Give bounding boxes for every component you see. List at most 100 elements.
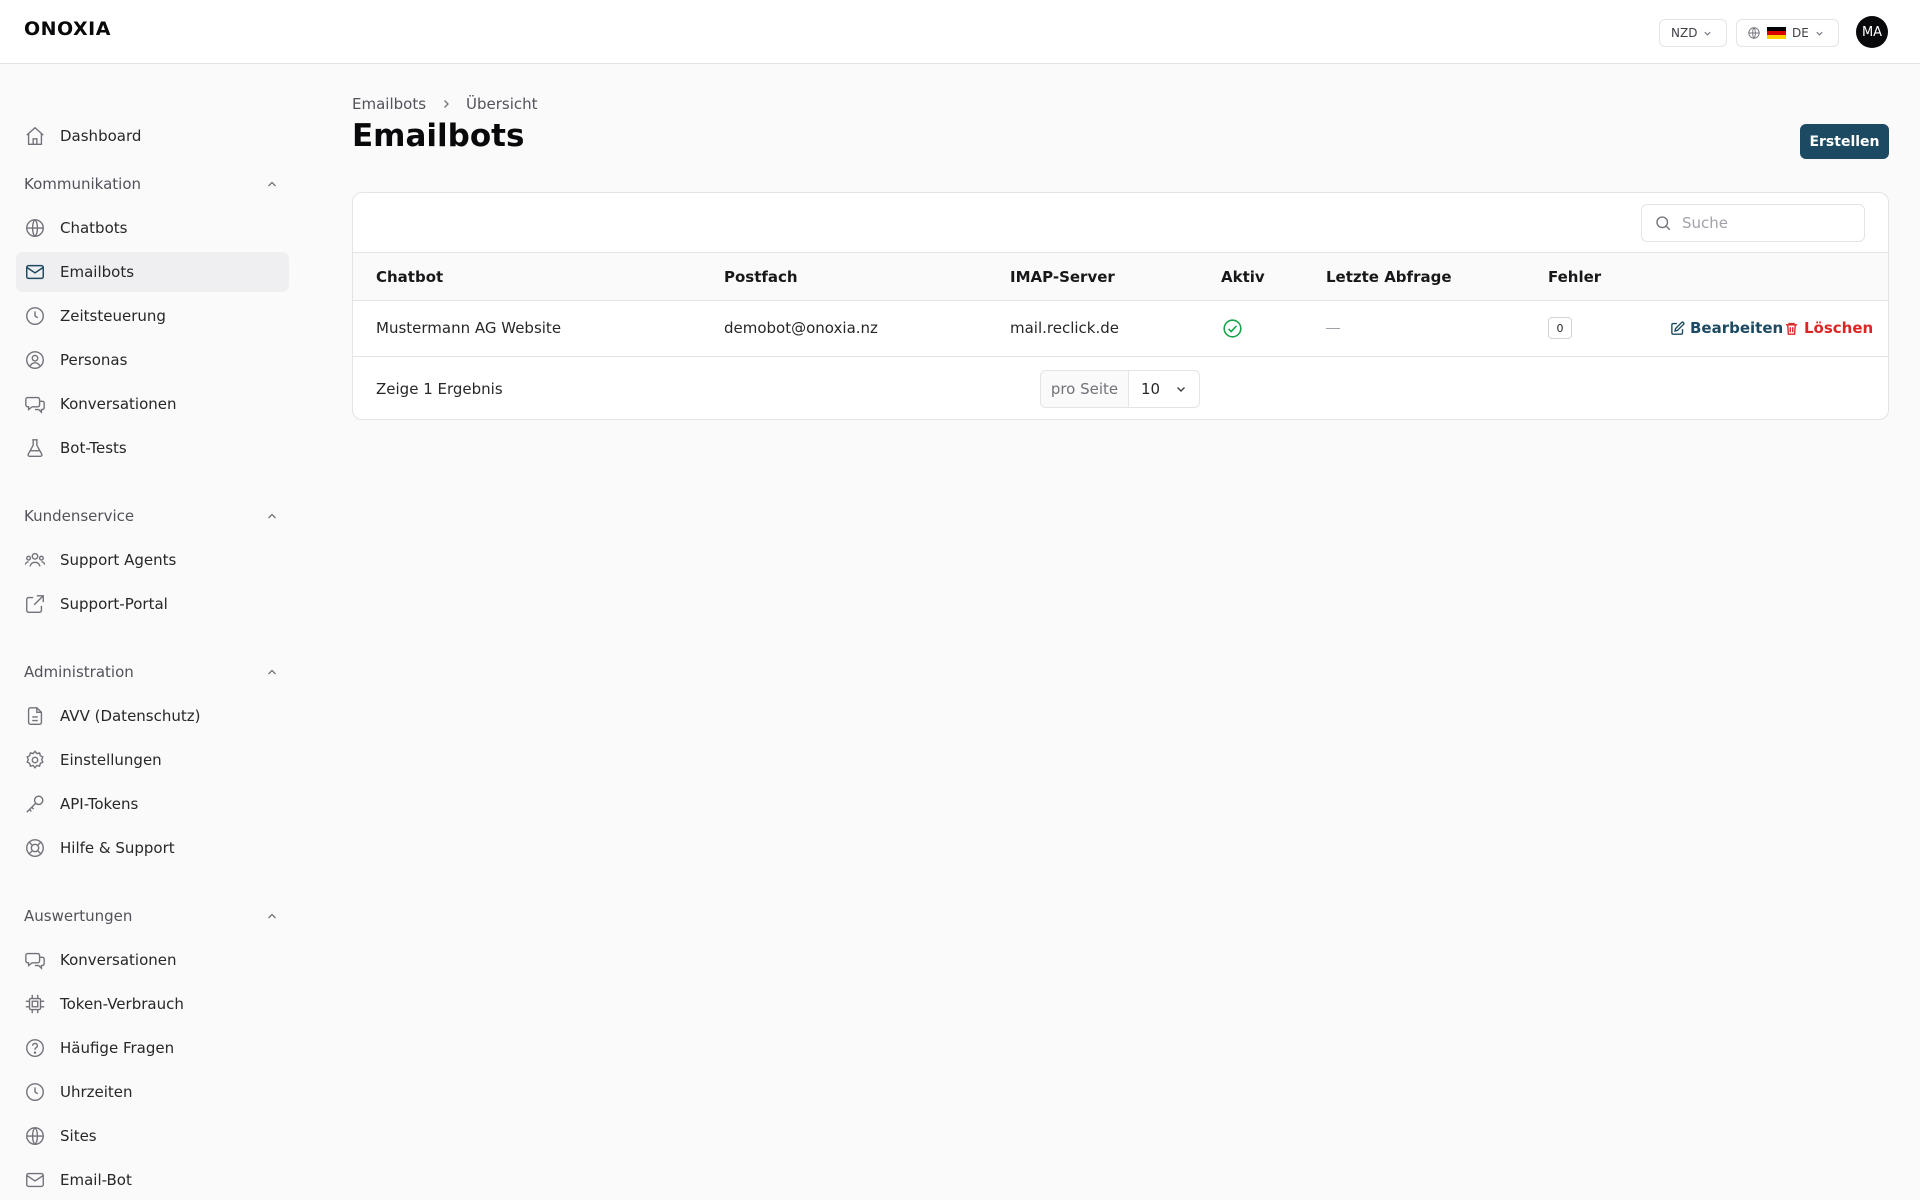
per-page-select[interactable]: pro Seite 10	[1040, 370, 1200, 408]
top-bar: ONOXIA NZD DE MA	[0, 0, 1920, 64]
sidebar-item-label: API-Tokens	[60, 795, 139, 813]
sidebar-item-chatbots[interactable]: Chatbots	[16, 208, 289, 248]
sidebar-item-label: Konversationen	[60, 395, 177, 413]
table-row: Mustermann AG Website demobot@onoxia.nz …	[353, 301, 1888, 357]
currency-value: NZD	[1671, 26, 1698, 40]
sidebar-item-token-verbrauch[interactable]: Token-Verbrauch	[16, 984, 289, 1024]
question-icon	[26, 1039, 44, 1057]
chat-icon	[25, 952, 45, 970]
page-title: Emailbots	[352, 118, 525, 154]
section-title: Auswertungen	[24, 907, 133, 925]
sidebar-item-bot-tests[interactable]: Bot-Tests	[16, 428, 289, 468]
error-count-badge: 0	[1548, 317, 1572, 339]
sidebar-item-haeufige-fragen[interactable]: Häufige Fragen	[16, 1028, 289, 1068]
external-link-icon	[26, 595, 44, 613]
breadcrumb-emailbots[interactable]: Emailbots	[352, 95, 426, 113]
edit-icon	[1671, 321, 1685, 335]
search-placeholder: Suche	[1682, 214, 1729, 232]
sidebar-item-support-agents[interactable]: Support Agents	[16, 540, 289, 580]
sidebar-item-hilfe-support[interactable]: Hilfe & Support	[16, 828, 289, 868]
column-letzte-abfrage: Letzte Abfrage	[1326, 268, 1452, 286]
sidebar-item-zeitsteuerung[interactable]: Zeitsteuerung	[16, 296, 289, 336]
section-title: Kundenservice	[24, 507, 135, 525]
create-button[interactable]: Erstellen	[1800, 124, 1889, 159]
sidebar-item-avv[interactable]: AVV (Datenschutz)	[16, 696, 289, 736]
german-flag-icon	[1767, 26, 1786, 40]
sidebar-item-label: Email-Bot	[60, 1171, 132, 1189]
emailbots-table-card: Suche Chatbot Postfach IMAP-Server Aktiv…	[352, 192, 1889, 420]
chevron-up-icon	[268, 181, 276, 187]
users-icon	[24, 552, 46, 567]
sidebar-item-emailbots[interactable]: Emailbots	[16, 252, 289, 292]
sidebar-item-label: Uhrzeiten	[60, 1083, 133, 1101]
cell-letzte-abfrage-empty	[1326, 328, 1340, 329]
sidebar-item-konversationen[interactable]: Konversationen	[16, 384, 289, 424]
gear-icon	[26, 750, 44, 769]
sidebar-item-label: Sites	[60, 1127, 97, 1145]
section-auswertungen[interactable]: Auswertungen	[24, 906, 278, 926]
avatar[interactable]: MA	[1856, 16, 1888, 48]
section-title: Kommunikation	[24, 175, 142, 193]
currency-select[interactable]: NZD	[1659, 19, 1727, 47]
logo[interactable]: ONOXIA	[24, 18, 111, 40]
sidebar-item-label: AVV (Datenschutz)	[60, 707, 201, 725]
key-icon	[26, 795, 44, 813]
flask-icon	[27, 439, 43, 457]
sidebar-item-label: Personas	[60, 351, 128, 369]
check-circle-icon	[1223, 319, 1242, 338]
cell-imap-server: mail.reclick.de	[1010, 319, 1120, 337]
lifebuoy-icon	[26, 839, 44, 857]
language-select[interactable]: DE	[1736, 19, 1839, 47]
document-icon	[27, 707, 43, 725]
section-administration[interactable]: Administration	[24, 662, 278, 682]
sidebar-item-label: Zeitsteuerung	[60, 307, 166, 325]
edit-label: Bearbeiten	[1690, 319, 1784, 337]
table-header: Chatbot Postfach IMAP-Server Aktiv Letzt…	[353, 252, 1888, 301]
sidebar-item-sites[interactable]: Sites	[16, 1116, 289, 1156]
chevron-down-icon	[1816, 31, 1823, 36]
chat-icon	[25, 396, 45, 414]
sidebar-item-label: Token-Verbrauch	[60, 995, 184, 1013]
sidebar-item-label: Chatbots	[60, 219, 128, 237]
clock-icon	[26, 1083, 44, 1101]
sidebar-item-personas[interactable]: Personas	[16, 340, 289, 380]
home-icon	[26, 126, 44, 145]
per-page-label: pro Seite	[1041, 371, 1129, 407]
breadcrumb: Emailbots Übersicht	[352, 95, 538, 113]
sidebar-item-label: Dashboard	[60, 127, 142, 145]
language-value: DE	[1792, 26, 1809, 40]
sidebar-item-einstellungen[interactable]: Einstellungen	[16, 740, 289, 780]
chevron-right-icon	[444, 100, 449, 108]
sidebar-item-dashboard[interactable]: Dashboard	[16, 116, 289, 156]
mail-icon	[26, 264, 44, 280]
chevron-down-icon	[1704, 31, 1712, 36]
chevron-up-icon	[268, 513, 276, 519]
clock-icon	[26, 307, 44, 325]
sidebar-item-label: Support-Portal	[60, 595, 168, 613]
delete-button[interactable]: Löschen	[1784, 319, 1873, 337]
edit-button[interactable]: Bearbeiten	[1670, 319, 1783, 337]
section-kommunikation[interactable]: Kommunikation	[24, 174, 278, 194]
sidebar-item-support-portal[interactable]: Support-Portal	[16, 584, 289, 624]
sidebar: Dashboard Kommunikation Chatbots Emailbo…	[0, 64, 300, 1200]
search-icon	[1656, 216, 1671, 231]
per-page-value-box[interactable]: 10	[1129, 371, 1199, 407]
sidebar-item-auswertung-konversationen[interactable]: Konversationen	[16, 940, 289, 980]
per-page-value: 10	[1141, 380, 1161, 398]
sidebar-item-api-tokens[interactable]: API-Tokens	[16, 784, 289, 824]
sidebar-item-email-bot[interactable]: Email-Bot	[16, 1160, 289, 1200]
search-input[interactable]: Suche	[1641, 204, 1865, 242]
cell-postfach: demobot@onoxia.nz	[724, 319, 878, 337]
sidebar-item-label: Hilfe & Support	[60, 839, 175, 857]
section-kundenservice[interactable]: Kundenservice	[24, 506, 278, 526]
breadcrumb-current: Übersicht	[466, 95, 538, 113]
column-chatbot: Chatbot	[376, 268, 444, 286]
chip-icon	[25, 994, 45, 1014]
column-postfach: Postfach	[724, 268, 798, 286]
sidebar-item-label: Einstellungen	[60, 751, 162, 769]
chevron-up-icon	[268, 913, 276, 919]
sidebar-item-uhrzeiten[interactable]: Uhrzeiten	[16, 1072, 289, 1112]
sidebar-item-label: Bot-Tests	[60, 439, 127, 457]
column-imap-server: IMAP-Server	[1010, 268, 1115, 286]
chevron-up-icon	[268, 669, 276, 675]
